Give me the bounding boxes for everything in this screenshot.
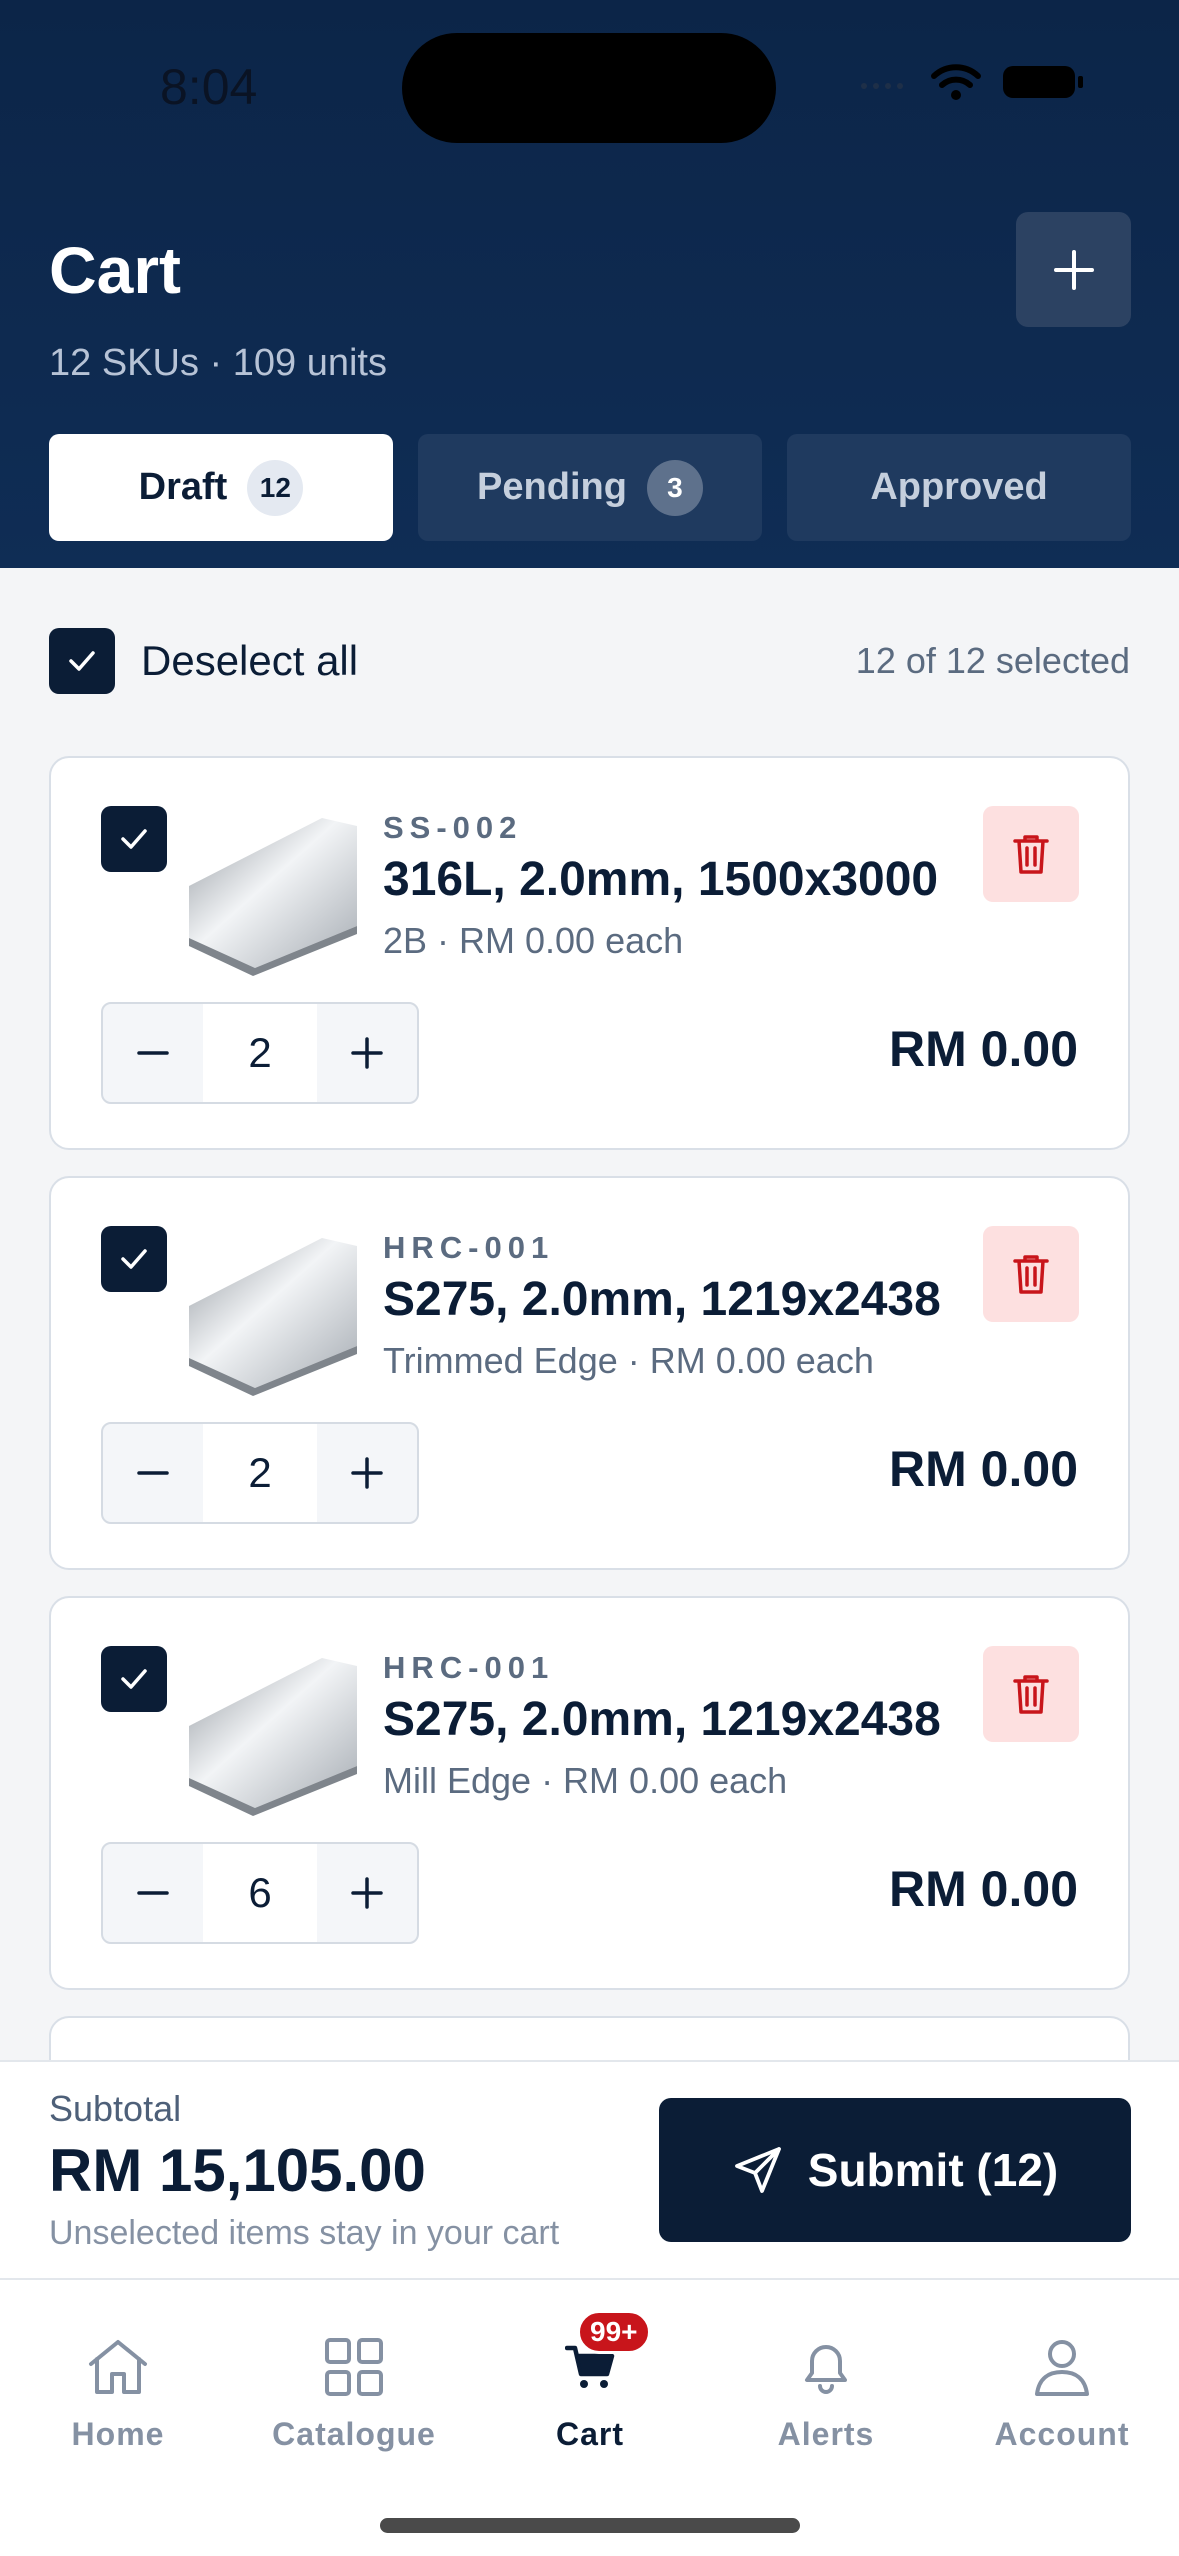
check-icon [121, 1249, 147, 1269]
subtotal-note: Unselected items stay in your cart [49, 2214, 560, 2252]
item-checkbox[interactable] [101, 1226, 167, 1292]
selected-count: 12 of 12 selected [855, 640, 1130, 681]
submit-button[interactable]: Submit (12) [659, 2098, 1131, 2242]
deselect-all-label[interactable]: Deselect all [141, 637, 358, 685]
quantity-value[interactable]: 6 [203, 1844, 317, 1942]
nav-alerts[interactable]: Alerts [708, 2332, 944, 2453]
delete-item-button[interactable] [983, 1646, 1079, 1742]
nav-label: Account [994, 2416, 1130, 2452]
plus-icon [351, 1037, 383, 1069]
minus-icon [137, 1891, 169, 1895]
cart-item-card: HRC-001 S275, 2.0mm, 1219x2438 Mill Edge… [49, 1596, 1130, 1990]
trash-icon [1013, 1255, 1049, 1294]
item-total: RM 0.00 [889, 1441, 1078, 1497]
steel-plate-image [189, 1658, 357, 1816]
steel-plate-image [189, 1238, 357, 1396]
subtotal-label: Subtotal [49, 2088, 182, 2129]
item-total: RM 0.00 [889, 1861, 1078, 1917]
nav-label: Catalogue [272, 2416, 436, 2452]
item-description: 2B · RM 0.00 each [383, 920, 684, 961]
minus-icon [137, 1471, 169, 1475]
nav-account[interactable]: Account [944, 2332, 1179, 2453]
item-sku: SS-002 [383, 810, 523, 845]
steel-plate-image [189, 818, 357, 976]
grid-icon [325, 2338, 383, 2396]
item-name: 316L, 2.0mm, 1500x3000 [383, 853, 939, 906]
item-sku: HRC-001 [383, 1230, 555, 1265]
item-total: RM 0.00 [889, 1021, 1078, 1077]
increase-button[interactable] [317, 1424, 417, 1522]
cart-count-badge: 99+ [577, 2310, 651, 2354]
subtotal-value: RM 15,105.00 [49, 2137, 426, 2204]
select-all-checkbox[interactable] [49, 628, 115, 694]
tab-approved[interactable]: Approved [787, 434, 1131, 541]
page-title: Cart [49, 233, 182, 307]
submit-label: Submit (12) [807, 2144, 1059, 2196]
delete-item-button[interactable] [983, 806, 1079, 902]
battery-icon [1003, 66, 1083, 98]
nav-catalogue[interactable]: Catalogue [236, 2332, 472, 2453]
tab-draft[interactable]: Draft 12 [49, 434, 393, 541]
increase-button[interactable] [317, 1844, 417, 1942]
decrease-button[interactable] [103, 1424, 203, 1522]
quantity-stepper: 6 [101, 1842, 419, 1944]
item-description: Trimmed Edge · RM 0.00 each [383, 1340, 874, 1381]
send-icon [734, 2147, 781, 2193]
nav-cart[interactable]: 99+ Cart [472, 2310, 708, 2453]
trash-icon [1013, 1675, 1049, 1714]
quantity-stepper: 2 [101, 1422, 419, 1524]
nav-label: Home [71, 2416, 165, 2452]
cart-item-card: HRC-001 S275, 2.0mm, 1219x2438 Trimmed E… [49, 1176, 1130, 1570]
plus-icon [1053, 249, 1094, 290]
home-indicator [380, 2518, 800, 2533]
item-checkbox[interactable] [101, 806, 167, 872]
quantity-value[interactable]: 2 [203, 1004, 317, 1102]
add-button[interactable] [1016, 212, 1131, 327]
minus-icon [137, 1051, 169, 1055]
increase-button[interactable] [317, 1004, 417, 1102]
count-badge: 12 [247, 459, 304, 516]
check-icon [69, 651, 95, 671]
count-badge: 3 [646, 459, 703, 516]
nav-home[interactable]: Home [0, 2332, 236, 2453]
item-description: Mill Edge · RM 0.00 each [383, 1760, 788, 1801]
tab-label: Approved [870, 466, 1048, 508]
check-icon [121, 829, 147, 849]
tab-pending[interactable]: Pending 3 [418, 434, 762, 541]
status-time: 8:04 [160, 59, 258, 115]
delete-item-button[interactable] [983, 1226, 1079, 1322]
quantity-stepper: 2 [101, 1002, 419, 1104]
item-checkbox[interactable] [101, 1646, 167, 1712]
trash-icon [1013, 835, 1049, 874]
cart-item-card: SS-002 316L, 2.0mm, 1500x3000 2B · RM 0.… [49, 756, 1130, 1150]
home-icon [89, 2340, 147, 2394]
signal-icon [861, 83, 903, 89]
selection-bar: Deselect all 12 of 12 selected [49, 628, 1130, 694]
check-icon [121, 1669, 147, 1689]
decrease-button[interactable] [103, 1844, 203, 1942]
item-name: S275, 2.0mm, 1219x2438 [383, 1273, 941, 1326]
cart-header: 8:04 Cart 12 SKUs · 109 units Draft 12 P… [0, 0, 1179, 568]
nav-label: Alerts [777, 2416, 875, 2452]
tab-label: Pending [477, 466, 627, 508]
plus-icon [351, 1457, 383, 1489]
item-sku: HRC-001 [383, 1650, 555, 1685]
dynamic-island [402, 33, 776, 143]
bell-icon [805, 2345, 847, 2394]
quantity-value[interactable]: 2 [203, 1424, 317, 1522]
tab-label: Draft [138, 466, 228, 508]
wifi-icon [931, 64, 981, 100]
cart-summary: 12 SKUs · 109 units [49, 342, 387, 384]
nav-label: Cart [555, 2416, 624, 2452]
item-name: S275, 2.0mm, 1219x2438 [383, 1693, 941, 1746]
bottom-nav: Home Catalogue 99+ Cart Alerts Account [0, 2278, 1179, 2556]
status-tabs: Draft 12 Pending 3 Approved [49, 434, 1131, 541]
plus-icon [351, 1877, 383, 1909]
decrease-button[interactable] [103, 1004, 203, 1102]
user-icon [1035, 2340, 1089, 2396]
status-icons [859, 62, 1083, 102]
checkout-footer: Subtotal RM 15,105.00 Unselected items s… [0, 2060, 1179, 2278]
